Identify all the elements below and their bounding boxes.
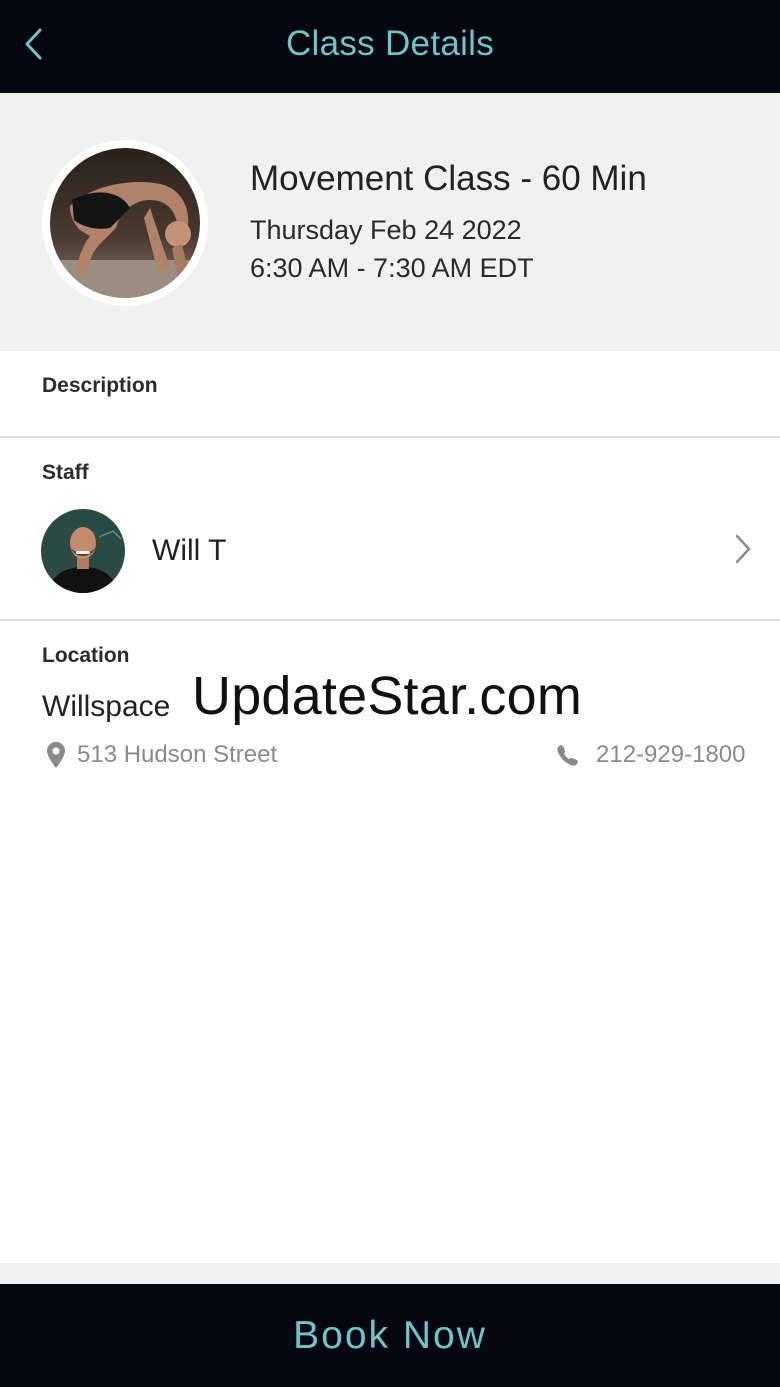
address-text: 513 Hudson Street <box>77 741 278 768</box>
top-bar: Class Details <box>0 0 780 93</box>
divider <box>0 436 780 438</box>
location-label: Location <box>42 644 130 667</box>
page-title: Class Details <box>285 24 495 63</box>
phone-text: 212-929-1800 <box>596 741 746 768</box>
watermark: UpdateStar.com <box>192 666 583 726</box>
class-name: Movement Class - 60 Min <box>250 159 647 198</box>
phone-link[interactable]: 212-929-1800 <box>556 740 756 772</box>
staff-row[interactable]: Will T <box>0 505 780 600</box>
class-time: 6:30 AM - 7:30 AM EDT <box>250 253 534 283</box>
class-header: Movement Class - 60 Min Thursday Feb 24 … <box>0 93 780 351</box>
divider <box>0 619 780 621</box>
description-label: Description <box>42 374 158 397</box>
staff-name: Will T <box>152 534 227 567</box>
chevron-right-icon <box>735 534 751 564</box>
class-date: Thursday Feb 24 2022 <box>250 215 522 245</box>
footer-spacer <box>0 1263 780 1284</box>
staff-avatar <box>41 509 125 593</box>
map-pin-icon <box>47 742 65 768</box>
book-now-button[interactable]: Book Now <box>0 1284 780 1387</box>
location-name: Willspace <box>42 690 171 723</box>
book-now-label: Book Now <box>293 1314 487 1357</box>
staff-label: Staff <box>42 461 89 484</box>
class-photo <box>42 140 208 306</box>
phone-icon <box>557 745 578 766</box>
